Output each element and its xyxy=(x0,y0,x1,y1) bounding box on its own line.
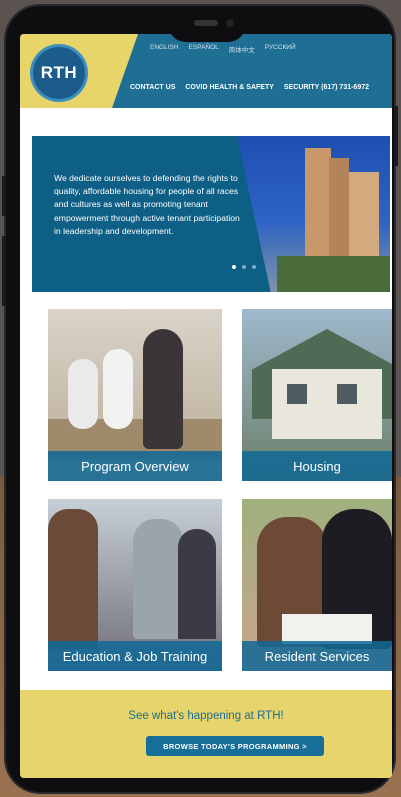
tile-label: Housing xyxy=(242,451,392,481)
speaker xyxy=(194,20,218,26)
tile-label: Program Overview xyxy=(48,451,222,481)
slide-indicators xyxy=(232,265,256,269)
nav-covid-health-safety[interactable]: COVID HEALTH & SAFETY xyxy=(185,84,274,91)
main-nav: CONTACT US COVID HEALTH & SAFETY SECURIT… xyxy=(130,84,369,91)
lang-spanish[interactable]: ESPAÑOL xyxy=(189,44,219,54)
slide-dot[interactable] xyxy=(242,265,246,269)
lang-russian[interactable]: РУССКИЙ xyxy=(265,44,296,54)
tile-program-overview[interactable]: Program Overview xyxy=(48,309,222,481)
logo-text: RTH xyxy=(40,63,78,82)
lang-chinese[interactable]: 简体中文 xyxy=(229,44,255,54)
mission-statement: We dedicate ourselves to defending the r… xyxy=(54,173,240,236)
nav-contact-us[interactable]: CONTACT US xyxy=(130,84,175,91)
camera xyxy=(226,19,234,27)
volume-button xyxy=(2,176,6,216)
rth-logo[interactable]: RTH xyxy=(30,44,88,102)
slide-dot[interactable] xyxy=(252,265,256,269)
hero-slider: We dedicate ourselves to defending the r… xyxy=(32,136,390,292)
volume-button xyxy=(2,236,6,306)
phone-frame: RTH ENGLISH ESPAÑOL 简体中文 РУССКИЙ CONTACT… xyxy=(2,6,398,792)
tile-label: Resident Services xyxy=(242,641,392,671)
promo-title: See what's happening at RTH! xyxy=(128,710,284,722)
language-selector: ENGLISH ESPAÑOL 简体中文 РУССКИЙ xyxy=(150,44,296,54)
power-button xyxy=(394,106,398,166)
tile-housing[interactable]: Housing xyxy=(242,309,392,481)
promo-banner: See what's happening at RTH! BROWSE TODA… xyxy=(20,690,392,778)
building-photo xyxy=(237,136,390,292)
tile-label: Education & Job Training xyxy=(48,641,222,671)
web-page: RTH ENGLISH ESPAÑOL 简体中文 РУССКИЙ CONTACT… xyxy=(20,34,392,778)
slide-dot[interactable] xyxy=(232,265,236,269)
tile-resident-services[interactable]: Resident Services xyxy=(242,499,392,671)
browse-programming-button[interactable]: BROWSE TODAY'S PROGRAMMING > xyxy=(146,736,324,756)
phone-notch xyxy=(168,12,246,42)
lang-english[interactable]: ENGLISH xyxy=(150,44,179,54)
tile-education-job-training[interactable]: Education & Job Training xyxy=(48,499,222,671)
site-header: RTH ENGLISH ESPAÑOL 简体中文 РУССКИЙ CONTACT… xyxy=(20,34,392,108)
nav-security-phone[interactable]: SECURITY (617) 731-6972 xyxy=(284,84,369,91)
